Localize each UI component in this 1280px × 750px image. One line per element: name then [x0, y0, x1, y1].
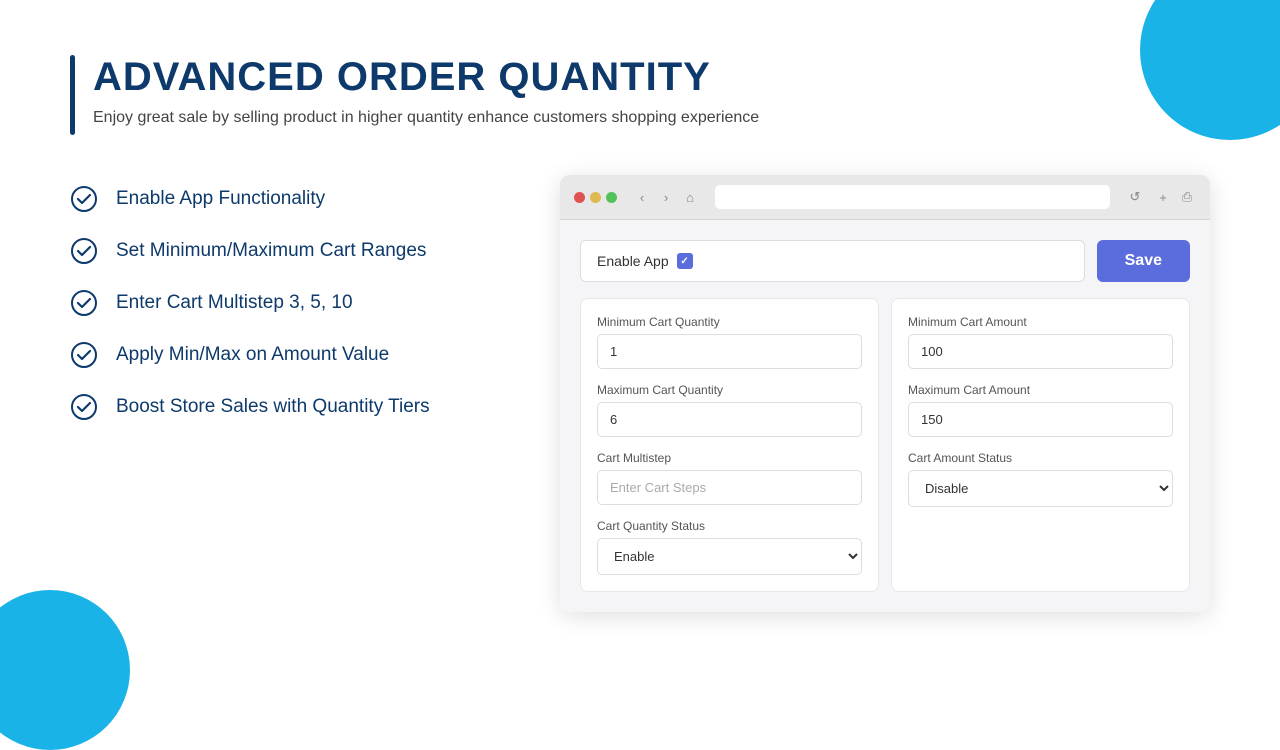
amount-status-select[interactable]: Enable Disable [908, 470, 1173, 507]
min-amount-input[interactable] [908, 334, 1173, 369]
multistep-group: Cart Multistep [597, 451, 862, 505]
max-qty-group: Maximum Cart Quantity [597, 383, 862, 437]
enable-app-checkbox[interactable] [677, 253, 693, 269]
checkmark-icon [70, 289, 98, 317]
max-qty-input[interactable] [597, 402, 862, 437]
browser-nav: ‹ › ⌂ [633, 188, 699, 206]
feature-label: Enter Cart Multistep 3, 5, 10 [116, 292, 353, 314]
feature-label: Enable App Functionality [116, 188, 325, 210]
max-amount-input[interactable] [908, 402, 1173, 437]
right-panel: Minimum Cart Amount Maximum Cart Amount … [891, 298, 1190, 592]
left-panel: Minimum Cart Quantity Maximum Cart Quant… [580, 298, 879, 592]
checkmark-icon [70, 185, 98, 213]
qty-status-group: Cart Quantity Status Enable Disable [597, 519, 862, 575]
feature-item-enter-multistep: Enter Cart Multistep 3, 5, 10 [70, 289, 500, 317]
enable-app-input[interactable]: Enable App [580, 240, 1085, 282]
max-qty-label: Maximum Cart Quantity [597, 383, 862, 397]
feature-item-apply-min-max: Apply Min/Max on Amount Value [70, 341, 500, 369]
page-title: ADVANCED ORDER QUANTITY [93, 55, 759, 99]
multistep-input[interactable] [597, 470, 862, 505]
header-text: ADVANCED ORDER QUANTITY Enjoy great sale… [93, 55, 759, 127]
amount-status-label: Cart Amount Status [908, 451, 1173, 465]
header: ADVANCED ORDER QUANTITY Enjoy great sale… [70, 55, 1210, 135]
multistep-label: Cart Multistep [597, 451, 862, 465]
max-amount-group: Maximum Cart Amount [908, 383, 1173, 437]
save-button[interactable]: Save [1097, 240, 1190, 282]
feature-item-set-ranges: Set Minimum/Maximum Cart Ranges [70, 237, 500, 265]
main-content: Enable App Functionality Set Minimum/Max… [70, 175, 1210, 612]
min-qty-input[interactable] [597, 334, 862, 369]
min-amount-group: Minimum Cart Amount [908, 315, 1173, 369]
header-border [70, 55, 75, 135]
features-list: Enable App Functionality Set Minimum/Max… [70, 175, 500, 421]
enable-app-label: Enable App [597, 253, 669, 269]
feature-item-boost-sales: Boost Store Sales with Quantity Tiers [70, 393, 500, 421]
panels-row: Minimum Cart Quantity Maximum Cart Quant… [580, 298, 1190, 592]
feature-label: Boost Store Sales with Quantity Tiers [116, 396, 430, 418]
dot-yellow [590, 192, 601, 203]
checkmark-icon [70, 393, 98, 421]
feature-label: Set Minimum/Maximum Cart Ranges [116, 240, 426, 262]
home-button[interactable]: ⌂ [681, 188, 699, 206]
dot-green [606, 192, 617, 203]
checkmark-icon [70, 341, 98, 369]
back-button[interactable]: ‹ [633, 188, 651, 206]
browser-actions: + ⎙ [1154, 188, 1196, 206]
amount-status-group: Cart Amount Status Enable Disable [908, 451, 1173, 507]
browser-bar: ‹ › ⌂ ↺ + ⎙ [560, 175, 1210, 220]
checkmark-icon [70, 237, 98, 265]
max-amount-label: Maximum Cart Amount [908, 383, 1173, 397]
min-qty-group: Minimum Cart Quantity [597, 315, 862, 369]
qty-status-label: Cart Quantity Status [597, 519, 862, 533]
refresh-button[interactable]: ↺ [1126, 188, 1144, 206]
address-bar[interactable] [715, 185, 1110, 209]
browser-content: Enable App Save Minimum Cart Quantity [560, 220, 1210, 612]
forward-button[interactable]: › [657, 188, 675, 206]
feature-label: Apply Min/Max on Amount Value [116, 344, 389, 366]
browser-dots [574, 192, 617, 203]
dot-red [574, 192, 585, 203]
feature-item-enable-app: Enable App Functionality [70, 185, 500, 213]
min-qty-label: Minimum Cart Quantity [597, 315, 862, 329]
qty-status-select[interactable]: Enable Disable [597, 538, 862, 575]
enable-app-row: Enable App Save [580, 240, 1190, 282]
min-amount-label: Minimum Cart Amount [908, 315, 1173, 329]
add-tab-button[interactable]: + [1154, 188, 1172, 206]
browser-mockup: ‹ › ⌂ ↺ + ⎙ Enable App [560, 175, 1210, 612]
share-button[interactable]: ⎙ [1178, 188, 1196, 206]
page-subtitle: Enjoy great sale by selling product in h… [93, 109, 759, 127]
